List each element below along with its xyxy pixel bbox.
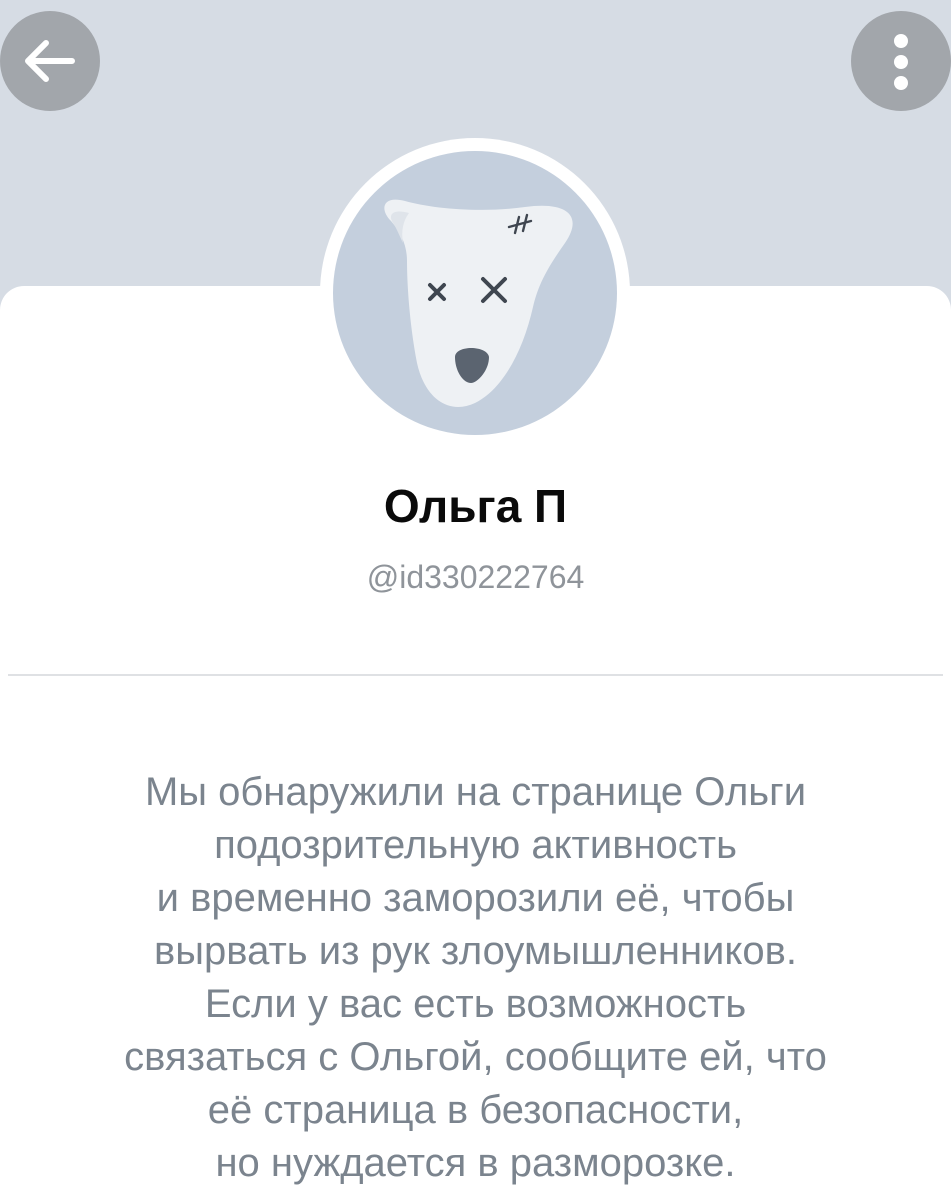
- notice-line: подозрительную активность: [214, 823, 737, 867]
- notice-line: Мы обнаружили на странице Ольги: [144, 770, 807, 814]
- notice-line: связаться с Ольгой, сообщите ей, что: [124, 1035, 827, 1079]
- notice-line: Если у вас есть возможность: [204, 982, 747, 1026]
- notice-line: и временно заморозили её, чтобы: [156, 876, 795, 920]
- divider: [8, 674, 943, 676]
- frozen-notice: Мы обнаружили на странице Ольги подозрит…: [30, 766, 921, 1190]
- arrow-left-icon: [25, 40, 75, 82]
- notice-line: её страница в безопасности,: [207, 1088, 744, 1132]
- more-options-button[interactable]: [851, 11, 951, 111]
- vertical-dots-icon: [894, 34, 908, 90]
- avatar[interactable]: [333, 151, 617, 435]
- deactivated-dog-icon: [384, 199, 573, 407]
- back-button[interactable]: [0, 11, 100, 111]
- notice-line: но нуждается в разморозке.: [215, 1141, 736, 1185]
- profile-handle[interactable]: @id330222764: [0, 556, 951, 598]
- notice-line: вырвать из рук злоумышленников.: [154, 929, 797, 973]
- profile-name: Ольга П: [383, 480, 568, 532]
